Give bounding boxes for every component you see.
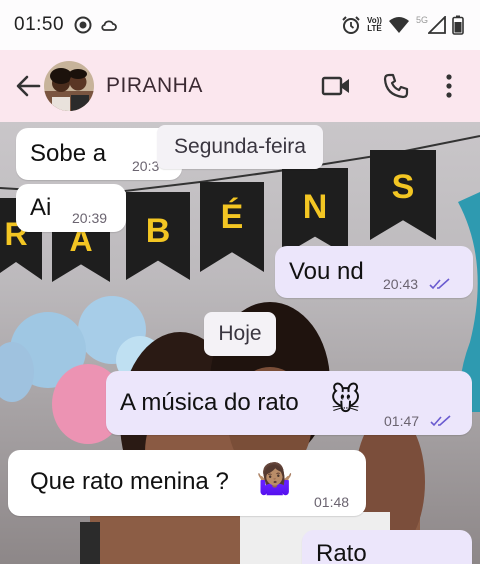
message-bubble-outgoing[interactable]: Vou nd 20:43 [275,246,473,298]
contact-avatar[interactable] [44,61,94,111]
message-time: 20:43 [383,276,419,292]
message-time: 20:3 [132,158,160,174]
message-text: Vou nd [289,258,364,285]
chat-header: PIRANHA [0,50,480,122]
message-bubble-incoming[interactable]: Ai 20:39 [16,184,126,232]
menu-button[interactable] [426,56,472,116]
network-label: 5G [415,15,428,25]
status-left-icons [74,16,118,34]
shrug-emoji-icon: 🤷🏽‍♀️ [256,463,294,496]
status-bar: 01:50 Vo)) LTE 5G [0,0,480,50]
header-actions [306,56,480,116]
message-time: 20:39 [72,210,108,226]
more-vertical-icon [446,74,452,98]
arrow-left-icon [16,75,41,97]
read-ticks-icon [430,415,451,427]
date-chip-previous: Segunda-feira [157,125,323,169]
video-camera-icon [321,76,349,96]
contact-name[interactable]: PIRANHA [106,74,203,98]
status-right-icons: Vo)) LTE 5G [341,15,464,35]
battery-icon [452,15,464,35]
status-time: 01:50 [14,14,65,35]
message-bubble-incoming[interactable]: Que rato menina ? 🤷🏽‍♀️ 01:48 [8,450,366,516]
message-time: 01:47 [384,413,420,429]
mouse-emoji-icon: 🐭 [330,384,362,417]
chat-wallpaper: R A B É N S Sobe a 20:3 Segunda-feira Ai… [0,122,480,564]
message-text: Ai [30,194,52,221]
message-text: Que rato menina ? [30,468,229,495]
message-text: Rato [316,540,367,564]
message-time: 01:48 [314,494,350,510]
read-ticks-icon [429,278,450,290]
wifi-icon [388,17,409,33]
message-bubble-outgoing[interactable]: A música do rato 🐭 01:47 [106,371,472,435]
volte-indicator: Vo)) LTE [367,17,382,33]
alarm-icon [342,16,360,34]
record-icon [74,16,92,34]
signal-icon [428,16,446,34]
video-call-button[interactable] [306,56,366,116]
voice-call-button[interactable] [366,56,426,116]
cloud-sync-icon [101,20,117,31]
volte-bottom: LTE [367,24,382,33]
date-chip-today: Hoje [204,312,276,356]
phone-icon [383,73,409,99]
message-bubble-outgoing[interactable]: Rato [302,530,472,564]
message-text: A música do rato [120,389,299,416]
message-text: Sobe a [30,140,107,167]
